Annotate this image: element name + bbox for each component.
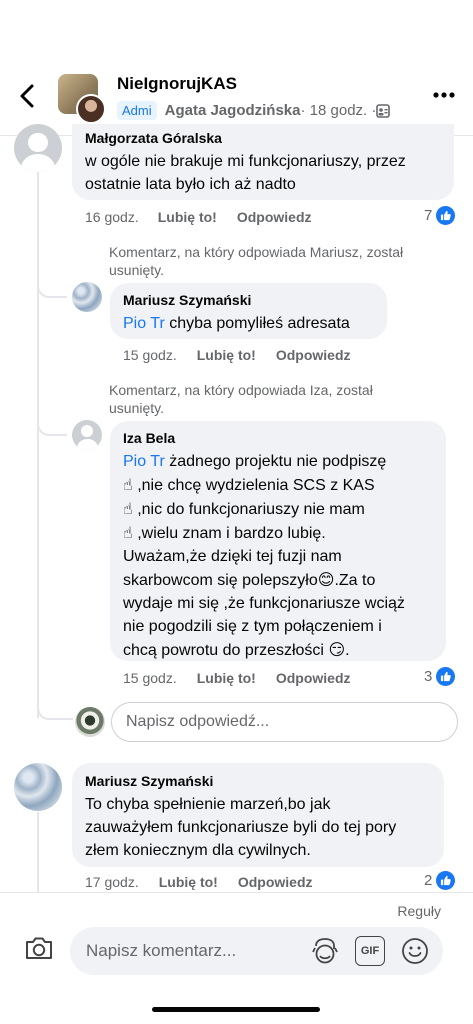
comment-line: wydaje mi się ,że funkcjonariusze wciąż [123, 595, 405, 612]
thread-line [37, 812, 39, 892]
comment-line: ,nic do funkcjonariuszy nie mam [137, 501, 365, 518]
comment-line: .Za to [334, 572, 376, 589]
post-time: · 18 godz. · [300, 102, 377, 119]
comment-line: żadnego projektu nie podpiszę [164, 453, 387, 470]
avatar[interactable] [72, 420, 102, 450]
comment-input[interactable]: Napisz komentarz... GIF [70, 927, 443, 975]
reply-button[interactable]: Odpowiedz [276, 347, 351, 363]
comment-actions: 17 godz. Lubię to! Odpowiedz [85, 874, 313, 890]
comment-line: w ogóle nie brakuje mi funkcjonariuszy, … [85, 153, 406, 170]
comment-line: Uważam,że dzięki tej fuzji nam [123, 548, 342, 565]
post-subtitle: Admi Agata Jagodzińska · 18 godz. · [117, 101, 391, 120]
thread-connector [37, 692, 73, 720]
comment-placeholder: Napisz komentarz... [86, 941, 237, 960]
back-arrow-icon[interactable] [14, 82, 42, 110]
thread-line [37, 170, 39, 718]
group-avatar[interactable] [58, 74, 106, 124]
comment-text: w ogóle nie brakuje mi funkcjonariuszy, … [85, 150, 406, 196]
comment-actions: 15 godz. Lubię to! Odpowiedz [123, 670, 351, 686]
comment-line: . [345, 642, 350, 659]
comment-rules-link[interactable]: Reguły [397, 903, 441, 919]
commenter-name[interactable]: Małgorzata Góralska [85, 130, 222, 146]
mention-tag[interactable]: Pio Tr [123, 453, 165, 470]
like-reaction-icon [436, 871, 456, 890]
deleted-notice: Komentarz, na który odpowiada Mariusz, z… [109, 243, 403, 279]
reply-button[interactable]: Odpowiedz [237, 209, 312, 225]
comment-line: ,nie chcę wydzielenia SCS z KAS [137, 477, 375, 494]
emoji-icon[interactable] [400, 936, 430, 966]
reply-placeholder: Napisz odpowiedź... [126, 713, 270, 730]
commenter-name[interactable]: Mariusz Szymański [85, 773, 213, 789]
thread-connector [37, 274, 67, 298]
deleted-line: Komentarz, na który odpowiada Mariusz, z… [109, 244, 404, 260]
members-privacy-icon [376, 103, 391, 118]
comment-actions: 16 godz. Lubię to! Odpowiedz [85, 209, 312, 225]
smirk-emoji: 😏 [328, 640, 346, 659]
comment-time: 17 godz. [85, 874, 139, 890]
like-button[interactable]: Lubię to! [197, 347, 256, 363]
pointing-up-emoji: ☝ [123, 499, 133, 518]
reply-button[interactable]: Odpowiedz [276, 670, 351, 686]
comment-time: 15 godz. [123, 670, 177, 686]
reply-input[interactable]: Napisz odpowiedź... [111, 702, 458, 742]
post-author[interactable]: Agata Jagodzińska [165, 102, 301, 119]
reaction-number: 3 [424, 668, 433, 685]
pointing-up-emoji: ☝ [123, 523, 133, 542]
comment-line: ,wielu znam i bardzo lubię. [137, 525, 326, 542]
avatar[interactable] [72, 282, 102, 312]
deleted-line: Komentarz, na który odpowiada Iza, zosta… [109, 382, 373, 398]
like-reaction-icon [436, 667, 456, 686]
like-reaction-icon [436, 206, 456, 225]
comment-actions: 15 godz. Lubię to! Odpowiedz [123, 347, 351, 363]
comment-line: To chyba spełnienie marzeń,bo jak [85, 796, 331, 813]
reaction-number: 2 [424, 872, 433, 889]
comment-text: Pio Tr żadnego projektu nie podpiszę ☝ ,… [123, 450, 405, 662]
thread-connector [37, 412, 67, 436]
pointing-up-emoji: ☝ [123, 475, 133, 494]
like-button[interactable]: Lubię to! [159, 874, 218, 890]
comment-time: 15 godz. [123, 347, 177, 363]
comment-time: 16 godz. [85, 209, 139, 225]
smile-emoji: 😊 [317, 570, 335, 589]
admin-badge: Admi [117, 101, 157, 120]
deleted-line: usunięty. [109, 262, 164, 278]
comment-text: Pio Tr chyba pomyliłeś adresata [123, 312, 350, 335]
avatar-sticker-icon[interactable] [310, 936, 340, 966]
mention-tag[interactable]: Pio Tr [123, 315, 165, 332]
like-button[interactable]: Lubię to! [158, 209, 217, 225]
deleted-notice: Komentarz, na który odpowiada Iza, zosta… [109, 381, 373, 417]
my-avatar [75, 707, 105, 737]
comment-composer-bar: Reguły Napisz komentarz... GIF [0, 892, 473, 1024]
like-button[interactable]: Lubię to! [197, 670, 256, 686]
home-indicator [152, 1007, 320, 1012]
comment-line: zauważyłem funkcjonariusze byli do tej p… [85, 819, 397, 836]
comment-line: chcą powrotu do przeszłości [123, 642, 329, 659]
reaction-count[interactable]: 2 [424, 871, 456, 890]
avatar[interactable] [14, 763, 62, 811]
comment-line: chyba pomyliłeś adresata [164, 315, 350, 332]
group-name[interactable]: NieIgnorujKAS [117, 74, 237, 94]
gif-button[interactable]: GIF [355, 936, 385, 966]
deleted-line: usunięty. [109, 400, 164, 416]
comment-line: ostatnie lata było ich aż nadto [85, 176, 296, 193]
camera-icon[interactable] [24, 935, 54, 961]
commenter-name[interactable]: Mariusz Szymański [123, 292, 251, 308]
comment-line: nie pogodzili się z tym połączeniem i [123, 618, 382, 635]
more-options-icon[interactable] [433, 84, 455, 106]
comment-text: To chyba spełnienie marzeń,bo jak zauważ… [85, 793, 396, 862]
comment-line: złem koniecznym dla cywilnych. [85, 842, 311, 859]
author-avatar [76, 94, 106, 124]
avatar[interactable] [14, 124, 62, 172]
gif-label: GIF [360, 945, 380, 957]
reaction-number: 7 [424, 207, 433, 224]
reply-button[interactable]: Odpowiedz [238, 874, 313, 890]
reaction-count[interactable]: 3 [424, 667, 456, 686]
commenter-name[interactable]: Iza Bela [123, 430, 175, 446]
reaction-count[interactable]: 7 [424, 206, 456, 225]
comment-line: skarbowcom się polepszyło [123, 572, 318, 589]
